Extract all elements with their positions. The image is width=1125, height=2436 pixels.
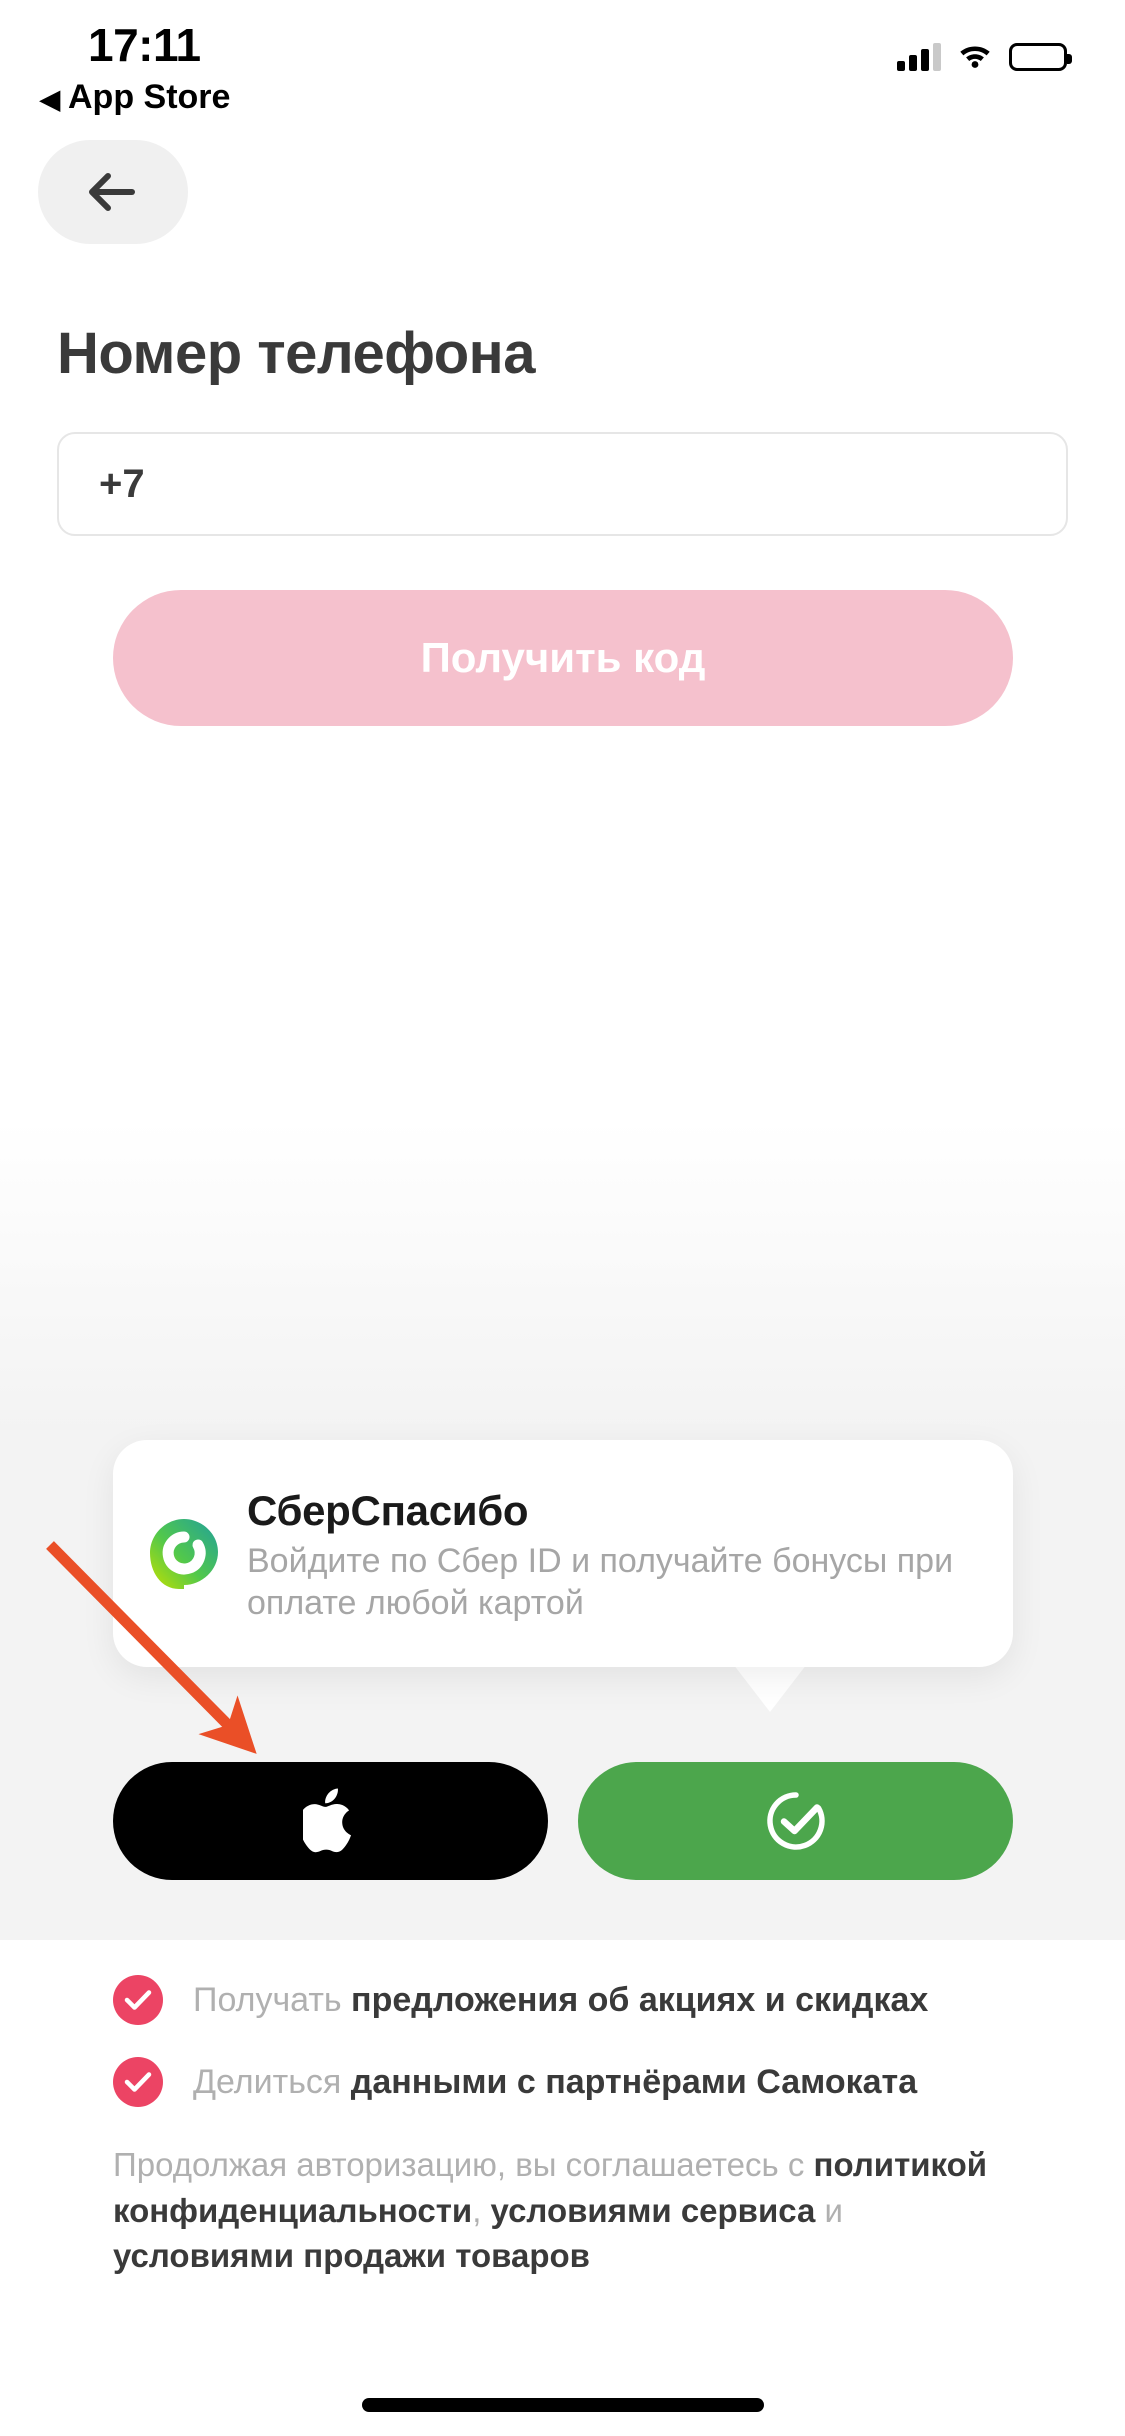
sber-signin-button[interactable]: [578, 1762, 1013, 1880]
battery-icon: [1009, 42, 1072, 71]
return-to-app-store[interactable]: ◀ App Store: [40, 78, 230, 117]
phone-number-input[interactable]: +7: [57, 432, 1068, 536]
legal-agreement-text: Продолжая авторизацию, вы соглашаетесь с…: [113, 2142, 1013, 2279]
sales-terms-link[interactable]: условиями продажи товаров: [113, 2237, 590, 2274]
sber-spasibo-logo-icon: [147, 1517, 221, 1591]
apple-signin-button[interactable]: [113, 1762, 548, 1880]
home-indicator[interactable]: [361, 2398, 764, 2412]
status-indicators: [897, 40, 1072, 73]
consent-row-partners[interactable]: Делиться данными с партнёрами Самоката: [113, 2057, 1073, 2107]
status-bar: 17:11 ◀ App Store: [0, 0, 1125, 132]
legal-with-word: с: [787, 2146, 814, 2183]
return-app-label: App Store: [68, 78, 231, 116]
arrow-left-icon: [89, 173, 135, 211]
sber-spasibo-tooltip[interactable]: СберСпасибо Войдите по Сбер ID и получай…: [113, 1440, 1013, 1667]
terms-of-service-link[interactable]: условиями сервиса: [491, 2192, 816, 2229]
tooltip-text-block: СберСпасибо Войдите по Сбер ID и получай…: [247, 1483, 979, 1624]
legal-and-word: и: [815, 2191, 843, 2229]
legal-comma: ,: [472, 2191, 491, 2229]
consent-label-offers: Получать предложения об акциях и скидках: [193, 1981, 928, 2020]
tooltip-title: СберСпасибо: [247, 1487, 529, 1535]
phone-input-value: +7: [99, 461, 145, 506]
consent-row-offers[interactable]: Получать предложения об акциях и скидках: [113, 1975, 1073, 2025]
checkbox-checked-icon[interactable]: [113, 1975, 163, 2025]
consent-list: Получать предложения об акциях и скидках…: [113, 1975, 1073, 2139]
consent-label-partners: Делиться данными с партнёрами Самоката: [193, 2063, 917, 2102]
apple-logo-icon: [302, 1788, 351, 1853]
consent-lead-offers: Получать: [193, 1980, 352, 2019]
app-screen: 17:11 ◀ App Store Номер телефона +7 Полу…: [0, 0, 1125, 2436]
wifi-icon: [957, 40, 993, 73]
consent-emphasis-partners: данными с партнёрами Самоката: [350, 2062, 918, 2101]
legal-intro: Продолжая авторизацию, вы соглашаетесь: [113, 2146, 779, 2183]
consent-lead-partners: Делиться: [193, 2062, 351, 2101]
social-auth-row: [113, 1762, 1013, 1880]
sber-check-circle-icon: [766, 1792, 825, 1850]
back-button[interactable]: [38, 140, 188, 244]
status-time: 17:11: [88, 19, 201, 71]
cellular-signal-icon: [897, 42, 941, 71]
page-title: Номер телефона: [57, 321, 535, 386]
get-code-button[interactable]: Получить код: [113, 590, 1013, 726]
tooltip-pointer: [730, 1660, 810, 1712]
checkbox-checked-icon[interactable]: [113, 2057, 163, 2107]
back-caret-icon: ◀: [40, 83, 60, 114]
tooltip-description: Войдите по Сбер ID и получайте бонусы пр…: [247, 1542, 954, 1622]
consent-emphasis-offers: предложения об акциях и скидках: [351, 1980, 929, 2019]
